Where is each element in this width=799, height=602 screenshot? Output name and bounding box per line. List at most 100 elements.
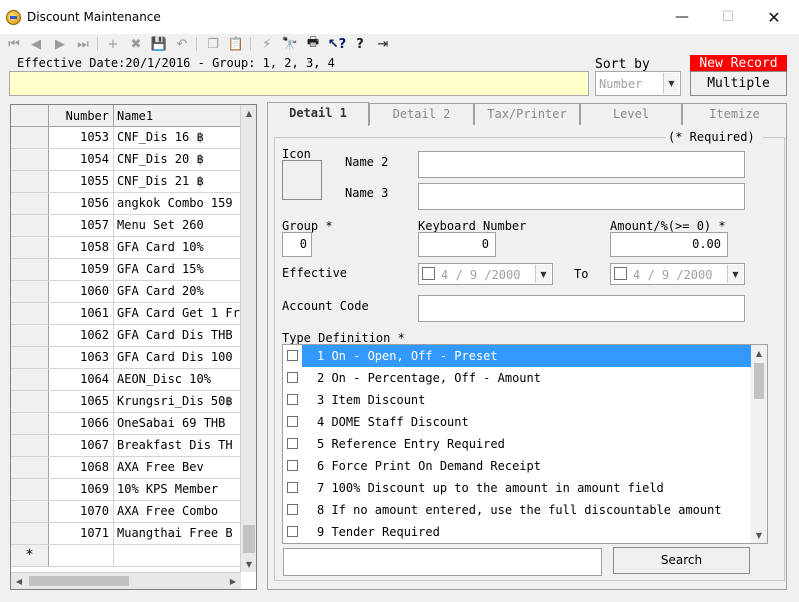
last-record-icon[interactable]: ⏭ (74, 35, 92, 53)
table-row[interactable]: 1057 Menu Set 260 (11, 215, 241, 237)
table-row[interactable]: 1056 angkok Combo 159 (11, 193, 241, 215)
number-cell[interactable]: 1067 (49, 435, 114, 456)
group-field[interactable]: 0 (282, 232, 312, 257)
name-cell[interactable]: 10% KPS Member (114, 479, 241, 500)
table-row[interactable]: 1071 Muangthai Free B (11, 523, 241, 545)
number-cell[interactable]: 1063 (49, 347, 114, 368)
next-record-icon[interactable]: ▶ (51, 35, 69, 53)
table-row[interactable]: 1058 GFA Card 10% (11, 237, 241, 259)
row-selector[interactable] (11, 479, 49, 500)
row-selector[interactable] (11, 501, 49, 522)
name-cell[interactable]: CNF_Dis 20 ฿ (114, 149, 241, 170)
type-checkbox[interactable] (287, 438, 298, 449)
number-cell[interactable]: 1057 (49, 215, 114, 236)
record-grid[interactable]: Number Name1 1053 CNF_Dis 16 ฿ 1054 CNF_Dis… (10, 104, 257, 590)
scrollbar-thumb[interactable] (754, 363, 764, 399)
table-row[interactable]: 1063 GFA Card Dis 100 (11, 347, 241, 369)
row-selector[interactable] (11, 413, 49, 434)
paste-icon[interactable]: 📋 (227, 35, 245, 53)
row-selector[interactable] (11, 215, 49, 236)
name-cell[interactable]: AXA Free Combo (114, 501, 241, 522)
table-row[interactable]: 1064 AEON_Disc 10% (11, 369, 241, 391)
search-input[interactable] (283, 548, 602, 576)
name-cell[interactable]: Breakfast Dis TH (114, 435, 241, 456)
name-cell[interactable]: AEON_Disc 10% (114, 369, 241, 390)
table-row[interactable]: 1062 GFA Card Dis THB (11, 325, 241, 347)
name-cell[interactable]: Muangthai Free B (114, 523, 241, 544)
scroll-right-icon[interactable]: ▶ (225, 573, 241, 589)
name-cell[interactable]: Menu Set 260 (114, 215, 241, 236)
number-cell[interactable]: 1060 (49, 281, 114, 302)
new-row-number-cell[interactable] (49, 545, 114, 566)
name-cell[interactable]: GFA Card Dis THB (114, 325, 241, 346)
table-row[interactable]: 1069 10% KPS Member (11, 479, 241, 501)
scroll-up-icon[interactable]: ▲ (751, 345, 767, 361)
scroll-up-icon[interactable]: ▲ (241, 105, 256, 121)
delete-icon[interactable]: ✖ (127, 35, 145, 53)
number-cell[interactable]: 1058 (49, 237, 114, 258)
list-item[interactable]: 5 Reference Entry Required (283, 433, 753, 455)
tab-itemize[interactable]: Itemize (682, 103, 787, 125)
type-checkbox[interactable] (287, 460, 298, 471)
number-cell[interactable]: 1065 (49, 391, 114, 412)
number-cell[interactable]: 1062 (49, 325, 114, 346)
binoculars-icon[interactable]: 🔭 (281, 35, 299, 53)
table-row[interactable]: 1066 OneSabai 69 THB (11, 413, 241, 435)
tab-tax-printer[interactable]: Tax/Printer (474, 103, 580, 125)
exit-icon[interactable]: ⇥ (374, 35, 392, 53)
add-icon[interactable]: + (104, 35, 122, 53)
chevron-down-icon[interactable]: ▼ (535, 265, 551, 283)
name-cell[interactable]: angkok Combo 159 (114, 193, 241, 214)
number-cell[interactable]: 1053 (49, 127, 114, 148)
tab-level[interactable]: Level (580, 103, 682, 125)
table-row[interactable]: 1068 AXA Free Bev (11, 457, 241, 479)
icon-picker[interactable] (282, 160, 322, 200)
new-row[interactable]: * (11, 545, 241, 567)
number-cell[interactable]: 1070 (49, 501, 114, 522)
table-row[interactable]: 1065 Krungsri_Dis 50฿ (11, 391, 241, 413)
type-definition-list[interactable]: 1 On - Open, Off - Preset 2 On - Percenta… (282, 344, 768, 544)
table-row[interactable]: 1070 AXA Free Combo (11, 501, 241, 523)
grid-vertical-scrollbar[interactable]: ▲ ▼ (240, 105, 256, 572)
table-row[interactable]: 1061 GFA Card Get 1 Fr (11, 303, 241, 325)
type-checkbox[interactable] (287, 350, 298, 361)
scroll-left-icon[interactable]: ◀ (11, 573, 27, 589)
scroll-down-icon[interactable]: ▼ (751, 527, 767, 543)
row-selector[interactable] (11, 149, 49, 170)
number-cell[interactable]: 1066 (49, 413, 114, 434)
list-item[interactable]: 7 100% Discount up to the amount in amou… (283, 477, 753, 499)
print-icon[interactable]: 🖶 (304, 35, 322, 53)
close-button[interactable]: ✕ (751, 0, 797, 34)
table-row[interactable]: 1060 GFA Card 20% (11, 281, 241, 303)
effective-from-picker[interactable]: 4 / 9 /2000 ▼ (418, 263, 553, 285)
name2-field[interactable] (418, 151, 745, 178)
name-cell[interactable]: GFA Card Dis 100 (114, 347, 241, 368)
number-cell[interactable]: 1056 (49, 193, 114, 214)
search-button[interactable]: Search (613, 547, 750, 574)
context-help-icon[interactable]: ↖? (326, 35, 348, 53)
name-cell[interactable]: GFA Card 20% (114, 281, 241, 302)
account-code-field[interactable] (418, 295, 745, 322)
number-cell[interactable]: 1069 (49, 479, 114, 500)
name-cell[interactable]: GFA Card 15% (114, 259, 241, 280)
first-record-icon[interactable]: ⏮ (5, 35, 23, 53)
number-cell[interactable]: 1064 (49, 369, 114, 390)
name-cell[interactable]: AXA Free Bev (114, 457, 241, 478)
row-selector[interactable] (11, 281, 49, 302)
row-selector[interactable] (11, 457, 49, 478)
row-selector[interactable] (11, 523, 49, 544)
scrollbar-thumb[interactable] (29, 576, 129, 586)
name-cell[interactable]: GFA Card 10% (114, 237, 241, 258)
table-row[interactable]: 1055 CNF_Dis 21 ฿ (11, 171, 241, 193)
help-icon[interactable]: ? (351, 35, 369, 53)
minimize-button[interactable]: — (659, 0, 705, 34)
copy-icon[interactable]: ❐ (204, 35, 222, 53)
table-row[interactable]: 1067 Breakfast Dis TH (11, 435, 241, 457)
column-header-name1[interactable]: Name1 (114, 105, 241, 127)
number-cell[interactable]: 1068 (49, 457, 114, 478)
list-item[interactable]: 3 Item Discount (283, 389, 753, 411)
row-selector[interactable] (11, 259, 49, 280)
type-checkbox[interactable] (287, 416, 298, 427)
row-selector[interactable] (11, 325, 49, 346)
number-cell[interactable]: 1061 (49, 303, 114, 324)
